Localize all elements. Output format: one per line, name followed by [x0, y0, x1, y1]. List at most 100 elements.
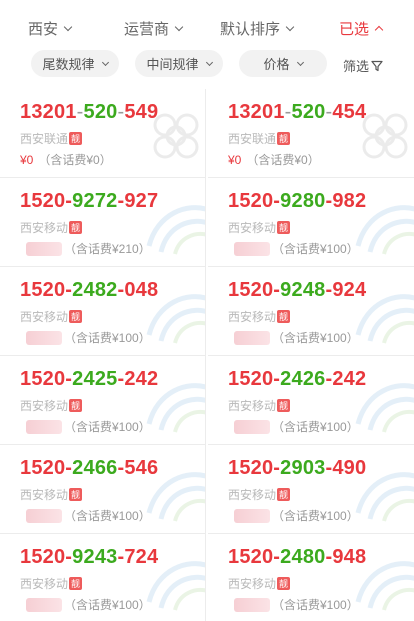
phone-number-segment: 1520: [20, 368, 66, 390]
phone-number: 1520-2480-948: [228, 546, 366, 569]
carrier-name: 西安移动: [20, 488, 69, 502]
carrier-label: 西安联通靓: [228, 130, 291, 147]
phone-number-segment: 490: [332, 457, 367, 479]
phone-number: 1520-2425-242: [20, 368, 158, 391]
number-card[interactable]: 1520-2425-242 西安移动靓 （含话费¥100）: [0, 356, 206, 445]
phone-number: 1520-9248-924: [228, 279, 366, 302]
phone-number-segment: 1520: [20, 546, 66, 568]
carrier-label: 西安移动靓: [228, 308, 291, 325]
chevron-down-icon: [285, 22, 295, 31]
phone-number-segment: 9272: [72, 190, 118, 212]
phone-number-segment: 1520: [20, 457, 66, 479]
blurred-price: [234, 508, 270, 523]
blurred-price: [26, 330, 62, 345]
phone-number-segment: 1520: [228, 546, 274, 568]
phone-number-segment: 1520: [228, 368, 274, 390]
pretty-number-badge: 靓: [69, 399, 83, 412]
top-tab-bar: 西安 运营商 默认排序 已选: [0, 0, 414, 46]
phone-number-segment: 1520: [20, 190, 66, 212]
tab-city[interactable]: 西安: [28, 18, 73, 39]
filter-tail-pattern[interactable]: 尾数规律: [31, 50, 119, 77]
screen-button[interactable]: 筛选: [343, 56, 383, 75]
carrier-name: 西安联通: [228, 132, 277, 146]
phone-number-segment: 520: [83, 101, 118, 123]
tab-sort-label: 默认排序: [220, 21, 281, 38]
price-line: ¥0 （含话费¥0）: [228, 151, 320, 168]
phone-number-segment: -: [76, 101, 84, 123]
chevron-down-icon: [63, 22, 73, 31]
tab-carrier[interactable]: 运营商: [124, 18, 184, 39]
number-card[interactable]: 1520-2426-242 西安移动靓 （含话费¥100）: [208, 356, 414, 445]
carrier-name: 西安移动: [20, 221, 69, 235]
phone-number-segment: 1520: [228, 457, 274, 479]
carrier-name: 西安移动: [20, 577, 69, 591]
phone-number-segment: 2426: [280, 368, 326, 390]
carrier-label: 西安移动靓: [228, 486, 291, 503]
tab-city-label: 西安: [28, 21, 59, 38]
price-line: （含话费¥210）: [20, 240, 151, 257]
price-line: （含话费¥100）: [228, 418, 359, 435]
price-line: （含话费¥100）: [228, 240, 359, 257]
carrier-label: 西安移动靓: [228, 219, 291, 236]
phone-number: 1520-2903-490: [228, 457, 366, 480]
number-card[interactable]: 1520-9280-982 西安移动靓 （含话费¥100）: [208, 178, 414, 267]
price-note: （含话费¥100）: [64, 598, 151, 612]
phone-number-segment: 2903: [280, 457, 326, 479]
pretty-number-badge: 靓: [69, 577, 83, 590]
chevron-down-icon: [296, 58, 304, 66]
phone-number-segment: 924: [332, 279, 367, 301]
filter-price[interactable]: 价格: [239, 50, 327, 77]
phone-number-segment: -: [284, 101, 292, 123]
filter-tail-pattern-label: 尾数规律: [42, 57, 95, 72]
number-card[interactable]: 13201-520-549 西安联通靓 ¥0 （含话费¥0）: [0, 89, 206, 178]
price-line: （含话费¥100）: [20, 329, 151, 346]
phone-number-segment: 927: [124, 190, 159, 212]
price-note: （含话费¥100）: [272, 331, 359, 345]
number-card[interactable]: 1520-2480-948 西安移动靓 （含话费¥100）: [208, 534, 414, 621]
number-card[interactable]: 1520-9248-924 西安移动靓 （含话费¥100）: [208, 267, 414, 356]
phone-number-segment: 2425: [72, 368, 118, 390]
phone-number-segment: 724: [124, 546, 159, 568]
blurred-price: [234, 330, 270, 345]
blurred-price: [234, 241, 270, 256]
phone-number: 1520-2482-048: [20, 279, 158, 302]
filter-middle-pattern[interactable]: 中间规律: [135, 50, 223, 77]
price-line: （含话费¥100）: [228, 596, 359, 613]
carrier-label: 西安移动靓: [20, 219, 83, 236]
phone-number-segment: 520: [291, 101, 326, 123]
price-note: （含话费¥100）: [272, 242, 359, 256]
pretty-number-badge: 靓: [277, 310, 291, 323]
price-line: （含话费¥100）: [20, 596, 151, 613]
number-card[interactable]: 1520-9243-724 西安移动靓 （含话费¥100）: [0, 534, 206, 621]
tab-sort[interactable]: 默认排序: [220, 18, 295, 39]
pretty-number-badge: 靓: [277, 221, 291, 234]
phone-number-segment: 048: [124, 279, 159, 301]
phone-number-segment: 13201: [20, 101, 77, 123]
price-value: ¥0: [228, 152, 242, 167]
phone-number-segment: 9280: [280, 190, 326, 212]
chevron-down-icon: [174, 22, 184, 31]
pretty-number-badge: 靓: [69, 132, 83, 145]
phone-number-segment: 1520: [20, 279, 66, 301]
price-line: （含话费¥100）: [228, 329, 359, 346]
number-card[interactable]: 1520-2482-048 西安移动靓 （含话费¥100）: [0, 267, 206, 356]
blurred-price: [26, 241, 62, 256]
pretty-number-badge: 靓: [69, 310, 83, 323]
phone-number-segment: 982: [332, 190, 367, 212]
screen-label: 筛选: [343, 59, 370, 74]
price-note: （含话费¥210）: [64, 242, 151, 256]
carrier-label: 西安移动靓: [20, 308, 83, 325]
pretty-number-badge: 靓: [277, 399, 291, 412]
tab-selected[interactable]: 已选: [339, 18, 384, 39]
number-card[interactable]: 13201-520-454 西安联通靓 ¥0 （含话费¥0）: [208, 89, 414, 178]
number-card[interactable]: 1520-2466-546 西安移动靓 （含话费¥100）: [0, 445, 206, 534]
carrier-name: 西安移动: [20, 399, 69, 413]
number-card[interactable]: 1520-9272-927 西安移动靓 （含话费¥210）: [0, 178, 206, 267]
number-card[interactable]: 1520-2903-490 西安移动靓 （含话费¥100）: [208, 445, 414, 534]
phone-number-segment: 549: [124, 101, 159, 123]
price-note: （含话费¥100）: [272, 509, 359, 523]
carrier-label: 西安移动靓: [20, 397, 83, 414]
price-note: （含话费¥100）: [272, 420, 359, 434]
price-line: （含话费¥100）: [228, 507, 359, 524]
phone-number-segment: 546: [124, 457, 159, 479]
